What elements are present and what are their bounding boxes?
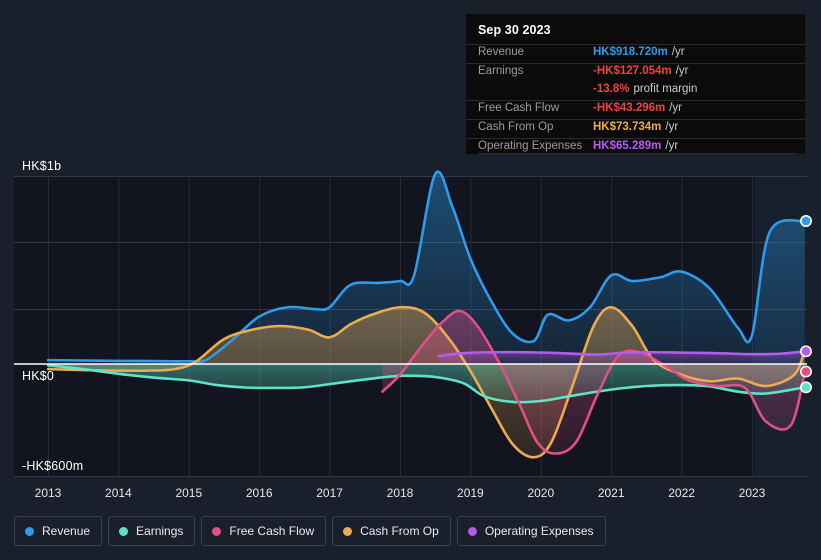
legend-color-dot-icon [467,526,477,536]
legend-item-label: Earnings [136,524,184,538]
legend-color-dot-icon [25,526,34,536]
tooltip-row-earnings: Earnings -HK$127.054m/yr [466,63,805,82]
tooltip-row-label: Earnings [478,65,524,77]
tooltip-profit-margin-value: -13.8% [593,83,630,95]
legend-item-label: Cash From Op [360,524,439,538]
y-axis-label-bottom: -HK$600m [22,459,84,473]
end-marker-free-cash-flow [799,365,812,378]
x-axis-tick-2014: 2014 [105,486,132,500]
tooltip-row-value: HK$918.720m [593,46,668,58]
y-axis-label-zero: HK$0 [22,369,55,383]
tooltip-row-unit: /yr [669,102,683,114]
tooltip-row-revenue: Revenue HK$918.720m/yr [466,44,805,63]
legend-item-free-cash-flow[interactable]: Free Cash Flow [201,516,327,546]
legend-item-label: Operating Expenses [484,524,594,538]
tooltip-row-label: Revenue [478,46,525,58]
x-axis-tick-2016: 2016 [245,486,273,500]
tooltip-title: Sep 30 2023 [478,23,551,37]
legend-item-label: Revenue [42,524,91,538]
tooltip-row-unit: /yr [665,140,679,152]
legend-item-operating-expenses[interactable]: Operating Expenses [456,516,606,546]
tooltip-row-free-cash-flow: Free Cash Flow -HK$43.296m/yr [466,100,805,119]
x-axis-tick-2020: 2020 [527,486,555,500]
data-tooltip: Sep 30 2023 Revenue HK$918.720m/yr Earning… [466,14,805,154]
financial-chart: HK$1b HK$0 -HK$600m 2013 2014 2015 2016 2017… [0,0,821,560]
x-axis-tick-2021: 2021 [597,486,625,500]
tooltip-row-unit: /yr [675,65,689,77]
legend-item-cash-from-op[interactable]: Cash From Op [332,516,451,546]
tooltip-row-cash-from-op: Cash From Op HK$73.734m/yr [466,119,805,138]
x-axis-tick-2015: 2015 [175,486,203,500]
tooltip-row-unit: /yr [665,121,679,133]
end-marker-operating-expenses [799,345,812,358]
x-axis-tick-2013: 2013 [34,486,62,500]
y-axis-label-top: HK$1b [22,159,62,173]
tooltip-row-profit-margin: -13.8% profit margin [466,82,805,100]
x-axis-tick-2022: 2022 [668,486,695,500]
tooltip-row-value: -HK$127.054m [593,65,672,77]
legend-color-dot-icon [212,526,222,536]
tooltip-row-unit: /yr [671,46,685,58]
tooltip-divider [478,153,797,154]
chart-legend: Revenue Earnings Free Cash Flow Cash From O… [14,516,606,546]
tooltip-row-value: HK$65.289m [593,140,662,152]
tooltip-row-value: -HK$43.296m [593,102,666,114]
legend-item-label: Free Cash Flow [229,524,315,538]
tooltip-row-operating-expenses: Operating Expenses HK$65.289m/yr [466,138,805,157]
tooltip-row-label: Operating Expenses [478,140,583,152]
end-marker-revenue [799,215,812,228]
legend-color-dot-icon [343,526,353,536]
x-axis-tick-2018: 2018 [386,486,414,500]
tooltip-row-label: Free Cash Flow [478,102,560,114]
x-axis-tick-2019: 2019 [457,486,484,500]
tooltip-profit-margin-suffix: profit margin [633,83,698,95]
end-marker-earnings [799,381,812,394]
x-axis-tick-2017: 2017 [316,486,343,500]
legend-item-revenue[interactable]: Revenue [14,516,103,546]
tooltip-rows: Revenue HK$918.720m/yr Earnings -HK$127.054… [466,44,805,157]
tooltip-row-value: HK$73.734m [593,121,662,133]
tooltip-row-label: Cash From Op [478,121,554,133]
legend-color-dot-icon [119,526,129,536]
x-axis-tick-2023: 2023 [738,486,766,500]
legend-item-earnings[interactable]: Earnings [108,516,196,546]
